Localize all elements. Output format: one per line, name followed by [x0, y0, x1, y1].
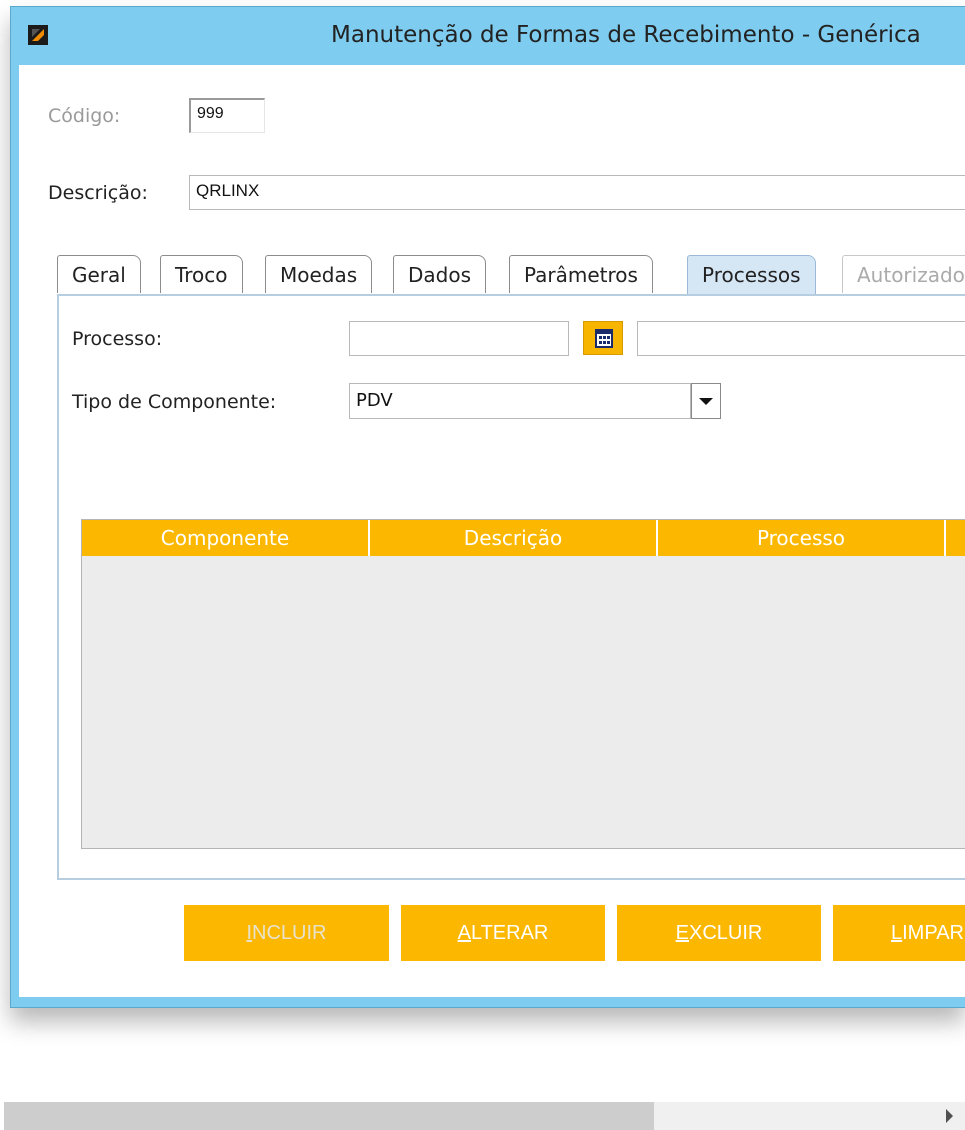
excluir-label: XCLUIR	[688, 922, 763, 944]
column-header-descricao[interactable]: Descrição	[370, 520, 658, 556]
tipo-componente-label: Tipo de Componente:	[72, 391, 277, 413]
window-title: Manutenção de Formas de Recebimento - Ge…	[331, 22, 921, 48]
incluir-button[interactable]: INCLUIR	[184, 905, 389, 961]
tab-label: Troco	[175, 263, 228, 287]
column-header-processo[interactable]: Processo	[658, 520, 946, 556]
tipo-componente-select[interactable]: PDV	[349, 383, 691, 419]
limpar-button[interactable]: LIMPAR	[833, 905, 965, 961]
processo-description-input[interactable]	[637, 321, 965, 356]
limpar-mnemonic: L	[891, 922, 903, 944]
app-icon	[28, 25, 48, 45]
calendar-icon	[595, 329, 613, 348]
tab-processos[interactable]: Processos	[687, 255, 816, 295]
column-header-componente[interactable]: Componente	[82, 520, 370, 556]
app-window: Manutenção de Formas de Recebimento - Ge…	[10, 6, 965, 1008]
tab-label: Moedas	[280, 263, 358, 287]
excluir-mnemonic: E	[675, 922, 689, 944]
processo-label: Processo:	[72, 328, 163, 350]
descricao-field[interactable]: QRLINX	[189, 175, 965, 210]
processo-lookup-button[interactable]	[583, 321, 623, 355]
window-content: Código: 999 Descrição: QRLINX Geral Troc…	[19, 65, 965, 997]
components-table[interactable]: Componente Descrição Processo	[81, 519, 965, 849]
alterar-mnemonic: A	[457, 922, 471, 944]
tab-label: Geral	[72, 263, 126, 287]
tipo-componente-dropdown-button[interactable]	[691, 383, 721, 419]
tab-label: Parâmetros	[524, 263, 638, 287]
tab-dados[interactable]: Dados	[393, 255, 487, 293]
codigo-label: Código:	[48, 105, 121, 127]
tab-troco[interactable]: Troco	[160, 255, 243, 293]
chevron-down-icon	[699, 398, 713, 405]
scroll-right-arrow-icon[interactable]	[946, 1109, 953, 1123]
excluir-button[interactable]: EXCLUIR	[617, 905, 821, 961]
alterar-button[interactable]: ALTERAR	[401, 905, 605, 961]
horizontal-scrollbar[interactable]	[4, 1102, 965, 1130]
alterar-label: LTERAR	[470, 922, 549, 944]
tab-geral[interactable]: Geral	[57, 255, 141, 293]
tab-label: Autorizado	[857, 263, 965, 287]
tab-autorizado[interactable]: Autorizado	[842, 255, 965, 293]
incluir-label: NCLUIR	[252, 922, 327, 944]
descricao-label: Descrição:	[48, 182, 148, 204]
tab-moedas[interactable]: Moedas	[265, 255, 373, 293]
tab-label: Processos	[702, 263, 801, 287]
column-header-extra[interactable]	[946, 520, 965, 556]
scrollbar-thumb[interactable]	[4, 1102, 654, 1130]
codigo-field[interactable]: 999	[189, 98, 265, 133]
limpar-label: IMPAR	[902, 922, 964, 944]
table-header: Componente Descrição Processo	[82, 520, 965, 556]
tab-strip: Geral Troco Moedas Dados Parâmetros Proc…	[57, 255, 965, 295]
processo-code-input[interactable]	[349, 321, 569, 356]
tab-parametros[interactable]: Parâmetros	[509, 255, 653, 293]
title-bar[interactable]: Manutenção de Formas de Recebimento - Ge…	[11, 7, 965, 65]
tab-label: Dados	[408, 263, 472, 287]
